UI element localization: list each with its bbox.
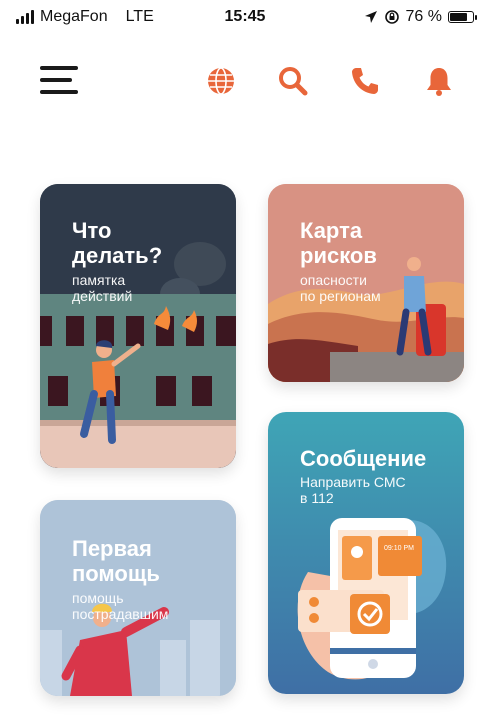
services-grid: Что делать? памятка действий Карта риско… (0, 0, 490, 723)
card-title: Карта рисков (300, 218, 377, 268)
card-subtitle: опасности по регионам (300, 272, 381, 304)
card-subtitle: Направить СМС в 112 (300, 474, 406, 506)
card-first-aid[interactable]: Первая помощь помощь пострадавшим (40, 500, 236, 696)
card-subtitle: помощь пострадавшим (72, 590, 169, 622)
card-message[interactable]: 09:10 PM Сообщение Направить СМС в 112 (268, 412, 464, 694)
card-what-to-do[interactable]: Что делать? памятка действий (40, 184, 236, 468)
card-risk-map[interactable]: Карта рисков опасности по регионам (268, 184, 464, 382)
card-title: Что делать? (72, 218, 163, 268)
phone-time-label: 09:10 PM (384, 545, 414, 552)
card-title: Первая помощь (72, 536, 160, 586)
card-title: Сообщение (300, 446, 427, 471)
card-subtitle: памятка действий (72, 272, 133, 304)
